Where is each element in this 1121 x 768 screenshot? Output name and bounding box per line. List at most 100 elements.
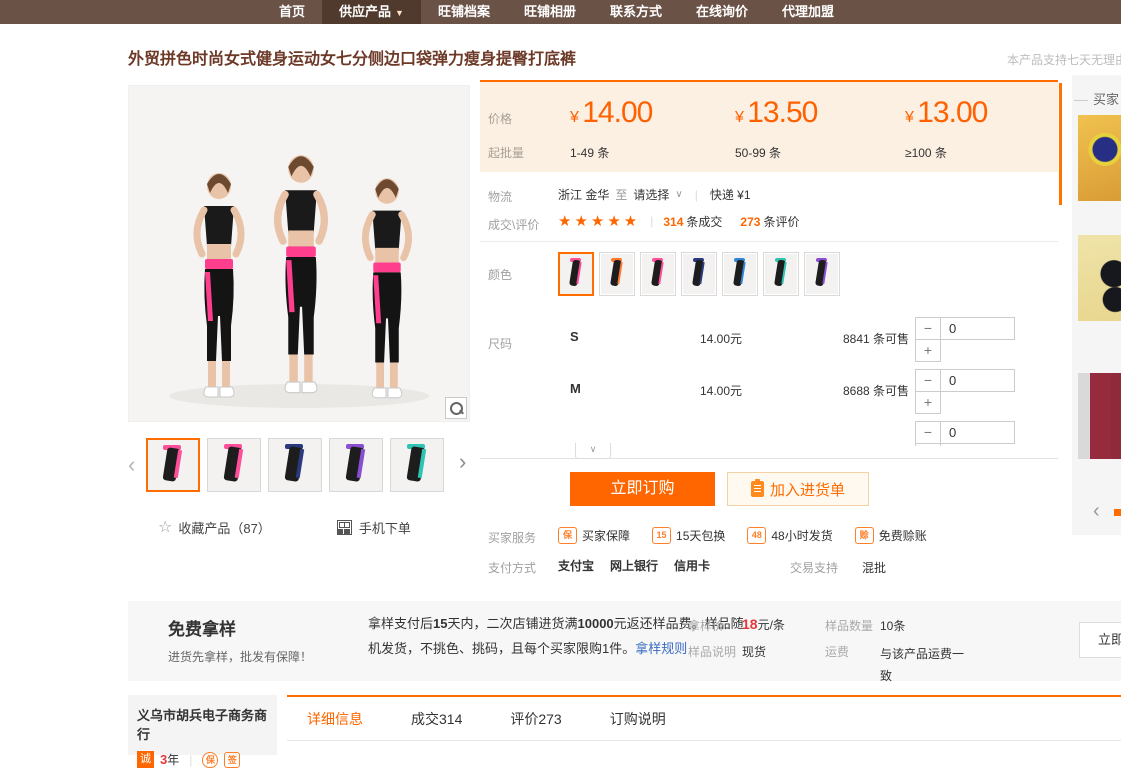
thumbnail-5[interactable]	[390, 438, 444, 492]
service-15day[interactable]: 1515天包换	[652, 527, 725, 544]
tab-detail-info[interactable]: 详细信息	[307, 709, 363, 729]
trade-support-label: 交易支持	[790, 559, 838, 576]
plus-button[interactable]: +	[915, 339, 941, 362]
quantity-stepper: − +	[915, 369, 1015, 415]
size-label: 尺码	[488, 335, 512, 352]
free-sample-section: 免费拿样 进货先拿样，批发有保障！ 拿样支付后15天内，二次店铺进货满10000…	[128, 601, 1121, 681]
thumbnail-strip	[146, 438, 444, 492]
color-swatch-3[interactable]	[640, 252, 676, 296]
buyer-services: 保买家保障 1515天包换 4848小时发货 赊免费赊账	[558, 527, 927, 544]
add-to-cart-button[interactable]: 加入进货单	[727, 472, 869, 506]
chevron-down-icon[interactable]: ∨	[675, 189, 682, 200]
tab-deals[interactable]: 成交314	[411, 709, 462, 729]
nav-item-shop-profile[interactable]: 旺铺档案	[421, 0, 507, 24]
payment-label: 支付方式	[488, 559, 536, 576]
tier3-range: ≥100 条	[905, 144, 947, 161]
expand-sizes-button[interactable]: ∨	[575, 443, 611, 459]
color-swatch-2[interactable]	[599, 252, 635, 296]
color-swatch-6[interactable]	[763, 252, 799, 296]
related-product-thumb[interactable]	[1078, 115, 1121, 201]
related-products-sidebar: 买家	[1072, 75, 1121, 535]
sample-qty-label: 样品数量	[825, 617, 873, 634]
quantity-stepper: − +	[915, 421, 1015, 446]
color-label: 颜色	[488, 266, 512, 283]
sample-qty-value: 10条	[880, 617, 905, 634]
related-product-thumb[interactable]	[1078, 373, 1121, 459]
destination-select[interactable]: 请选择	[633, 186, 669, 203]
thumbs-prev-icon[interactable]: ‹	[128, 455, 135, 475]
thumbnail-2[interactable]	[207, 438, 261, 492]
nav-item-contact[interactable]: 联系方式	[593, 0, 679, 24]
deal-count-link[interactable]: 314条成交	[663, 213, 722, 230]
minus-button[interactable]: −	[915, 369, 941, 392]
sample-note-value: 现货	[742, 643, 766, 660]
tab-reviews[interactable]: 评价273	[510, 709, 561, 729]
service-48h[interactable]: 4848小时发货	[747, 527, 832, 544]
mobile-order-link[interactable]: 手机下单	[359, 518, 411, 537]
express-fee: 快递 ¥1	[710, 186, 751, 203]
color-swatch-5[interactable]	[722, 252, 758, 296]
ship-from: 浙江 金华	[558, 186, 609, 203]
size-price: 14.00元	[700, 330, 742, 347]
seller-years-value: 3	[160, 752, 167, 767]
sample-title: 免费拿样	[168, 615, 236, 640]
thumbnail-1[interactable]	[146, 438, 200, 492]
favorite-star-icon[interactable]: ☆	[158, 517, 172, 537]
nav-item-agent[interactable]: 代理加盟	[765, 0, 851, 24]
service-guarantee[interactable]: 保买家保障	[558, 527, 630, 544]
scrollbar-thumb[interactable]	[1059, 83, 1062, 205]
trade-support-value: 混批	[862, 559, 886, 576]
plus-button[interactable]: +	[915, 443, 941, 446]
credit-badge-icon: 赊	[855, 527, 874, 544]
sample-rules-link[interactable]: 拿样规则	[635, 641, 687, 656]
main-product-image[interactable]	[128, 85, 470, 422]
nav-item-shop-album[interactable]: 旺铺相册	[507, 0, 593, 24]
color-swatch-7[interactable]	[804, 252, 840, 296]
detail-tabs-panel: 详细信息 成交314 评价273 订购说明	[287, 695, 1121, 751]
top-nav: 首页 供应产品▼ 旺铺档案 旺铺相册 联系方式 在线询价 代理加盟	[0, 0, 1121, 24]
get-sample-button[interactable]: 立即拿样	[1079, 622, 1121, 658]
thumbs-next-icon[interactable]: ›	[459, 452, 466, 472]
service-credit[interactable]: 赊免费赊账	[855, 527, 927, 544]
review-count-link[interactable]: 273条评价	[740, 213, 799, 230]
magnifier-icon[interactable]	[445, 397, 467, 419]
sample-price-label: 拿样价	[688, 617, 724, 634]
thumbnail-4[interactable]	[329, 438, 383, 492]
seller-card: 义乌市胡兵电子商务商行 诚 3年 | 保 签	[128, 695, 277, 755]
minus-button[interactable]: −	[915, 317, 941, 340]
clipboard-icon	[751, 481, 764, 497]
nav-item-inquiry[interactable]: 在线询价	[679, 0, 765, 24]
color-swatch-1[interactable]	[558, 252, 594, 296]
clock-badge-icon: 48	[747, 527, 766, 544]
order-now-button[interactable]: 立即订购	[570, 472, 715, 506]
quantity-input[interactable]	[940, 421, 1015, 444]
tier3-price: ¥ 13.00	[905, 96, 987, 130]
quantity-stepper: − +	[915, 317, 1015, 363]
favorite-product-link[interactable]: 收藏产品（87）	[178, 518, 270, 537]
nav-item-home[interactable]: 首页	[262, 0, 322, 24]
plus-button[interactable]: +	[915, 391, 941, 414]
quantity-input[interactable]	[940, 369, 1015, 392]
thumbnail-3[interactable]	[268, 438, 322, 492]
divider-line	[480, 241, 1058, 242]
logistics-label: 物流	[488, 188, 512, 205]
related-product-thumb[interactable]	[1078, 235, 1121, 321]
tab-order-notes[interactable]: 订购说明	[610, 709, 666, 729]
nav-item-products[interactable]: 供应产品▼	[322, 0, 421, 24]
sidebar-prev-icon[interactable]: ‹	[1093, 500, 1100, 523]
sidebar-pagination-marker[interactable]	[1114, 509, 1121, 516]
size-row-m: M 14.00元 8688 条可售 − +	[558, 367, 1058, 413]
quantity-input[interactable]	[940, 317, 1015, 340]
chevron-down-icon: ▼	[395, 8, 404, 18]
tier2-price: ¥ 13.50	[735, 96, 817, 130]
seller-name: 义乌市胡兵电子商务商行	[137, 705, 277, 743]
sample-note-label: 样品说明	[688, 643, 736, 660]
divider: |	[695, 188, 698, 202]
sample-ship-value: 与该产品运费一致	[880, 643, 972, 687]
color-swatch-4[interactable]	[681, 252, 717, 296]
tier2-range: 50-99 条	[735, 144, 781, 161]
minus-button[interactable]: −	[915, 421, 941, 444]
size-name: S	[570, 329, 579, 344]
size-price: 14.00元	[700, 382, 742, 399]
price-box: 价格 ¥ 14.00 ¥ 13.50 ¥ 13.00 起批量 1-49 条 50…	[480, 80, 1058, 172]
